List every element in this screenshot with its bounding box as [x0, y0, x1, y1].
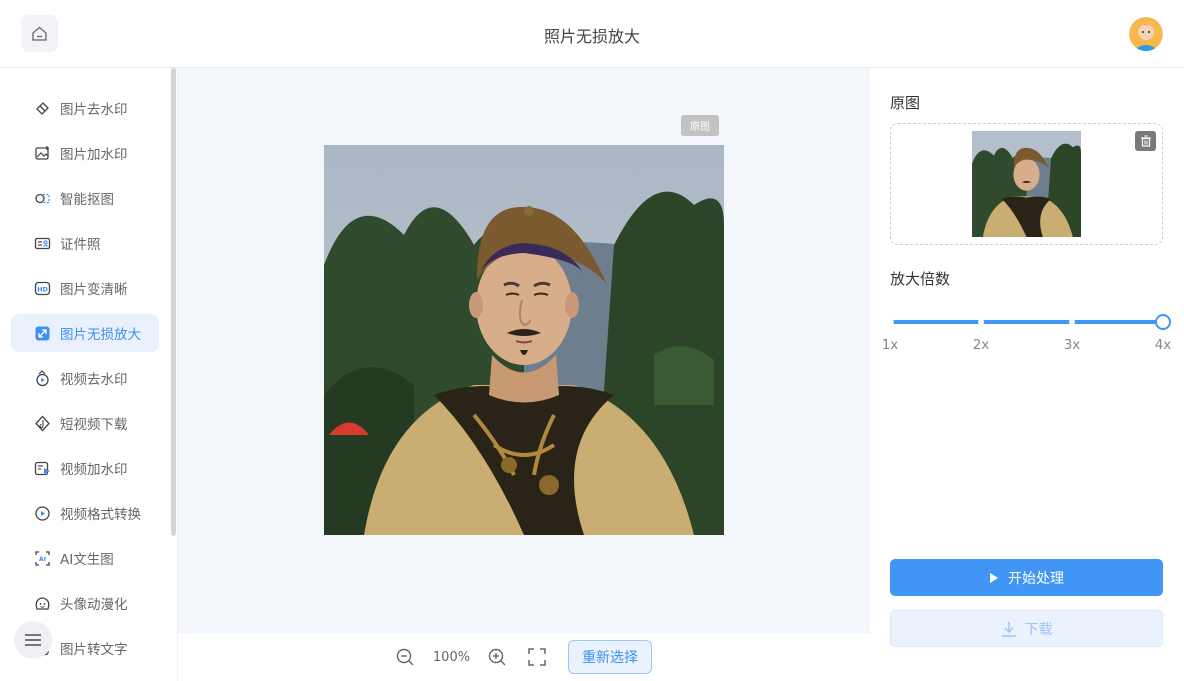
- slider-stop-2x[interactable]: [978, 319, 984, 325]
- play-icon: [990, 572, 998, 583]
- ai-scan-icon: AI: [34, 550, 51, 567]
- original-section-title: 原图: [890, 94, 921, 112]
- sidebar-item-label: 证件照: [60, 237, 101, 253]
- eraser-icon: [34, 100, 51, 117]
- zoom-out-button[interactable]: [395, 647, 415, 667]
- svg-text:HD: HD: [37, 285, 48, 293]
- trash-icon: [1140, 135, 1151, 147]
- video-convert-icon: [34, 505, 51, 522]
- sidebar-item-label: 智能抠图: [60, 192, 114, 208]
- user-avatar[interactable]: [1129, 17, 1163, 51]
- sidebar-item-id-photo[interactable]: 证件照: [11, 224, 159, 262]
- sidebar-item-label: 图片无损放大: [60, 327, 141, 343]
- sidebar-item-label: 短视频下载: [60, 417, 128, 433]
- sidebar-item-label: 图片变清晰: [60, 282, 128, 298]
- sidebar-item-ai-text-to-image[interactable]: AI AI文生图: [11, 539, 159, 577]
- sidebar-item-label: 视频去水印: [60, 372, 128, 388]
- fullscreen-icon: [528, 648, 546, 666]
- sidebar-item-label: 头像动漫化: [60, 597, 128, 613]
- download-button-label: 下载: [1024, 621, 1053, 638]
- top-header: 照片无损放大: [0, 0, 1184, 68]
- slider-stop-3x[interactable]: [1069, 319, 1075, 325]
- sidebar-item-avatar-anime[interactable]: 头像动漫化: [11, 584, 159, 622]
- video-eraser-icon: [34, 369, 51, 387]
- zoom-in-icon: [488, 648, 506, 666]
- cutout-icon: [34, 190, 51, 207]
- tiktok-icon: [34, 415, 51, 432]
- preview-toolbar: [178, 633, 870, 681]
- sidebar-item-short-video-download[interactable]: 短视频下载: [11, 404, 159, 442]
- original-tag: 原图: [681, 115, 719, 136]
- sidebar-scrollbar[interactable]: [171, 68, 176, 536]
- scale-label-2x: 2x: [972, 337, 990, 353]
- collapse-menu-button[interactable]: [14, 621, 52, 659]
- sidebar-item-image-watermark-remove[interactable]: 图片去水印: [11, 89, 159, 127]
- scale-slider[interactable]: [891, 320, 1162, 324]
- start-processing-button[interactable]: 开始处理: [890, 559, 1163, 596]
- avatar-anime-icon: [34, 595, 51, 612]
- slider-stop-1x[interactable]: [888, 319, 894, 325]
- sidebar-item-video-watermark-add[interactable]: 视频加水印: [11, 449, 159, 487]
- svg-text:AI: AI: [39, 556, 46, 563]
- sidebar-item-label: 图片去水印: [60, 102, 128, 118]
- sidebar-item-smart-cutout[interactable]: 智能抠图: [11, 179, 159, 217]
- sidebar-item-label: 视频加水印: [60, 462, 128, 478]
- sidebar-item-label: 图片转文字: [60, 642, 128, 658]
- scale-label-4x: 4x: [1154, 337, 1172, 353]
- start-button-label: 开始处理: [1008, 570, 1064, 587]
- original-thumbnail: [972, 131, 1081, 237]
- sidebar-item-video-format-convert[interactable]: 视频格式转换: [11, 494, 159, 532]
- id-card-icon: [34, 235, 51, 252]
- sidebar-item-image-sharpen[interactable]: HD 图片变清晰: [11, 269, 159, 307]
- fullscreen-button[interactable]: [527, 647, 547, 667]
- video-add-icon: [34, 460, 51, 477]
- sidebar-item-label: AI文生图: [60, 552, 114, 568]
- scale-section-title: 放大倍数: [890, 270, 951, 288]
- sidebar-item-video-watermark-remove[interactable]: 视频去水印: [11, 359, 159, 397]
- download-button[interactable]: 下载: [890, 610, 1163, 647]
- slider-handle[interactable]: [1155, 314, 1171, 330]
- hamburger-icon: [25, 634, 41, 646]
- zoom-level: 100%: [432, 650, 471, 665]
- preview-image: [324, 145, 724, 535]
- sidebar-item-image-watermark-add[interactable]: 图片加水印: [11, 134, 159, 172]
- sidebar-item-label: 视频格式转换: [60, 507, 141, 523]
- hd-icon: HD: [34, 280, 51, 297]
- zoom-out-icon: [396, 648, 414, 666]
- delete-image-button[interactable]: [1135, 131, 1156, 151]
- page-title: 照片无损放大: [543, 27, 640, 46]
- scale-label-3x: 3x: [1063, 337, 1081, 353]
- scale-label-1x: 1x: [881, 337, 899, 353]
- sidebar-item-lossless-enlarge[interactable]: 图片无损放大: [11, 314, 159, 352]
- reselect-button[interactable]: 重新选择: [568, 640, 652, 674]
- zoom-in-button[interactable]: [487, 647, 507, 667]
- image-add-icon: [34, 145, 51, 162]
- sidebar-item-label: 图片加水印: [60, 147, 128, 163]
- download-icon: [1001, 621, 1016, 637]
- enlarge-icon: [34, 325, 51, 342]
